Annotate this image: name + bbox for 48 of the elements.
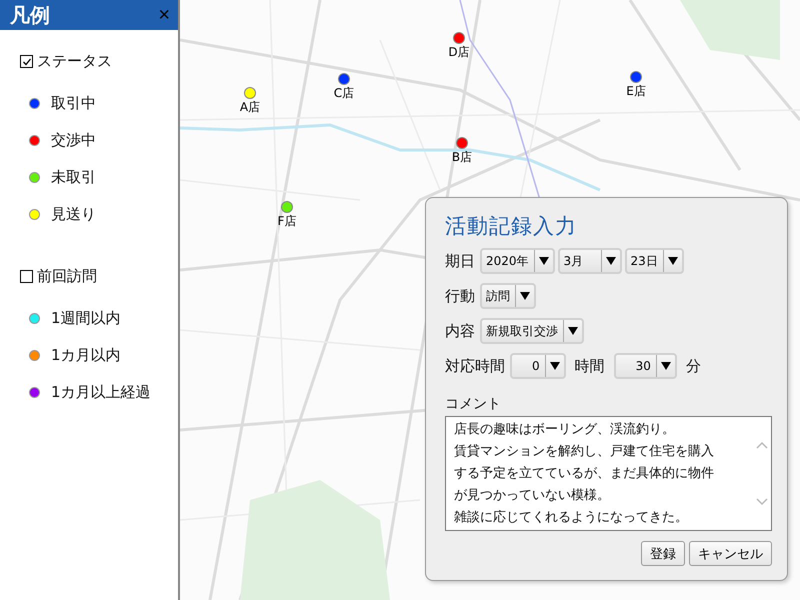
store-label: E店 <box>626 83 646 100</box>
year-dropdown[interactable]: 2020年 <box>480 248 555 274</box>
store-marker[interactable] <box>631 72 641 82</box>
caret-icon <box>550 361 560 371</box>
store-label: A店 <box>240 99 260 116</box>
caret-icon <box>606 256 616 266</box>
legend-item-label: 取引中 <box>51 94 96 113</box>
checkbox[interactable] <box>20 55 33 68</box>
field-label: 対応時間 <box>445 356 505 376</box>
legend-item-label: 1カ月以内 <box>51 346 121 365</box>
unit-label: 分 <box>686 356 701 376</box>
store-marker[interactable] <box>245 88 255 98</box>
legend-group-label: ステータス <box>37 52 112 71</box>
caret-icon <box>520 291 530 301</box>
field-label: 内容 <box>445 322 475 340</box>
month-dropdown[interactable]: 3月 <box>558 248 622 274</box>
store-marker[interactable] <box>457 138 467 148</box>
store-marker[interactable] <box>454 33 464 43</box>
legend-item-label: 見送り <box>51 205 96 224</box>
store-label: B店 <box>452 149 472 166</box>
store-label: C店 <box>334 85 354 102</box>
legend-item-label: 1週間以内 <box>51 309 121 328</box>
legend-title: 凡例 <box>10 2 50 28</box>
legend-item-label: 交渉中 <box>51 131 96 150</box>
unit-label: 時間 <box>574 356 605 376</box>
store-marker[interactable] <box>282 202 292 212</box>
field-label: 行動 <box>445 286 475 306</box>
minutes-dropdown[interactable]: 30 <box>614 353 677 379</box>
hours-dropdown[interactable]: 0 <box>510 353 566 379</box>
content-dropdown[interactable]: 新規取引交渉 <box>480 318 584 344</box>
field-label: 期日 <box>445 252 475 270</box>
store-label: D店 <box>448 44 470 61</box>
caret-icon <box>660 361 671 371</box>
legend-group-label: 前回訪問 <box>37 267 97 286</box>
checkbox[interactable] <box>20 270 33 283</box>
dialog-title: 活動記録入力 <box>445 213 578 240</box>
legend-item-label: 未取引 <box>51 168 96 187</box>
action-dropdown[interactable]: 訪問 <box>480 283 536 309</box>
cancel-button[interactable]: キャンセル <box>689 541 772 566</box>
day-dropdown[interactable]: 23日 <box>624 248 684 274</box>
comment-label: コメント <box>445 395 502 413</box>
store-label: F店 <box>278 213 296 230</box>
caret-icon <box>668 256 678 266</box>
caret-icon <box>538 256 549 266</box>
register-button[interactable]: 登録 <box>641 541 685 566</box>
store-marker[interactable] <box>339 74 349 84</box>
legend-item-label: 1カ月以上経過 <box>51 383 151 402</box>
caret-icon <box>568 326 578 336</box>
